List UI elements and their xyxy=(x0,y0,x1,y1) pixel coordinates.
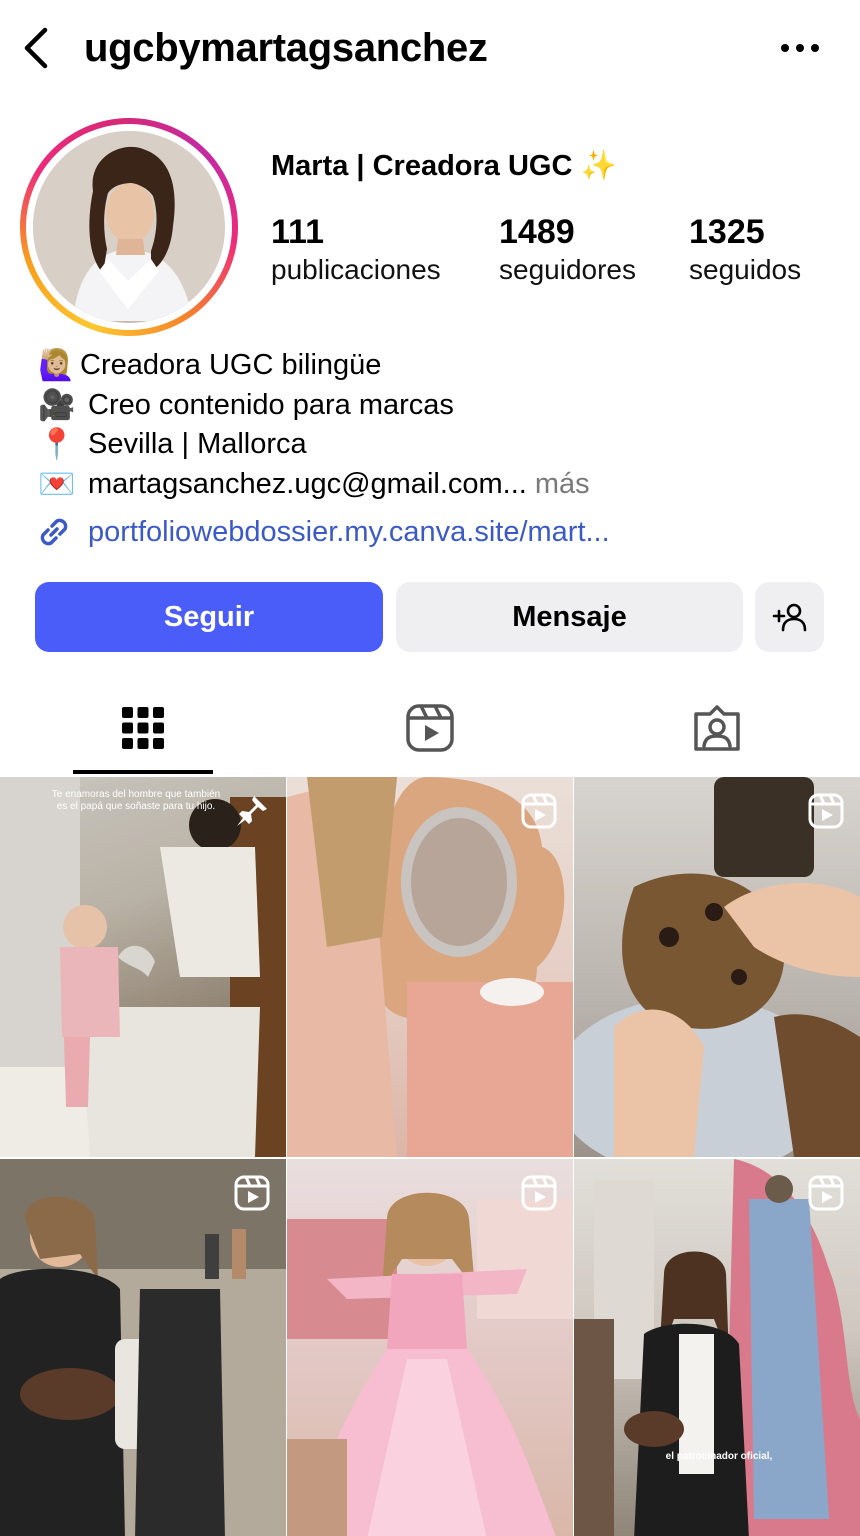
reel-icon xyxy=(808,1175,844,1211)
tab-reels[interactable] xyxy=(287,684,573,772)
post-image xyxy=(574,777,860,1157)
bio-line-text: Creo contenido para marcas xyxy=(88,388,454,421)
follow-button[interactable]: Seguir xyxy=(35,582,383,652)
display-name-text: Marta | Creadora UGC xyxy=(271,150,573,182)
avatar-story-ring[interactable] xyxy=(20,118,238,336)
bio-line-text: martagsanchez.ugc@gmail.com... xyxy=(88,467,527,500)
tagged-icon xyxy=(694,705,740,751)
pin-location-icon: 📍 xyxy=(38,428,76,461)
camera-icon: 🎥 xyxy=(38,388,76,422)
profile-tabs xyxy=(0,684,860,776)
post-thumbnail[interactable] xyxy=(287,777,573,1157)
top-bar: ugcbymartagsanchez xyxy=(0,0,860,100)
bio-more-link[interactable]: más xyxy=(535,465,590,505)
stat-posts-label: publicaciones xyxy=(271,254,441,285)
post-image xyxy=(0,1159,286,1536)
stat-following[interactable]: 1325 seguidos xyxy=(689,212,801,288)
post-image xyxy=(287,1192,573,1536)
post-thumbnail[interactable] xyxy=(287,1159,573,1536)
post-image xyxy=(574,1159,860,1536)
stat-followers-count: 1489 xyxy=(499,213,575,251)
bio-line: 📍 Sevilla | Mallorca xyxy=(38,425,838,465)
bio-line-text: Creadora UGC bilingüe xyxy=(80,349,382,381)
follow-button-label: Seguir xyxy=(163,600,255,633)
reel-icon xyxy=(521,793,557,829)
reel-icon xyxy=(521,1175,557,1211)
pin-icon xyxy=(237,796,267,826)
tab-posts[interactable] xyxy=(0,684,286,772)
post-caption: Te enamoras del hombre que también es el… xyxy=(51,789,221,812)
reels-icon xyxy=(406,704,454,752)
stat-posts[interactable]: 111 publicaciones xyxy=(271,212,441,288)
bio-line: 💌 martagsanchez.ugc@gmail.com... más xyxy=(38,465,838,505)
post-image xyxy=(287,777,573,1157)
stat-followers-label: seguidores xyxy=(499,254,636,285)
display-name: Marta | Creadora UGC ✨ xyxy=(271,148,617,184)
message-button-label: Mensaje xyxy=(512,600,627,633)
love-letter-icon: 💌 xyxy=(38,467,76,501)
profile-username: ugcbymartagsanchez xyxy=(84,26,488,70)
bio-line: 🙋🏼‍♀️ Creadora UGC bilingüe xyxy=(38,346,838,386)
post-thumbnail[interactable]: Te enamoras del hombre que también es el… xyxy=(0,777,286,1157)
chevron-left-icon xyxy=(24,27,48,69)
message-button[interactable]: Mensaje xyxy=(396,582,743,652)
sparkles-icon: ✨ xyxy=(580,150,617,182)
add-person-icon xyxy=(772,603,806,632)
avatar-illustration xyxy=(33,131,223,321)
stat-followers[interactable]: 1489 seguidores xyxy=(499,212,636,288)
post-thumbnail[interactable] xyxy=(574,777,860,1157)
posts-grid: Te enamoras del hombre que también es el… xyxy=(0,777,860,1536)
stat-following-label: seguidos xyxy=(689,254,802,285)
bio-line: 🎥 Creo contenido para marcas xyxy=(38,386,838,426)
profile-link[interactable]: portfoliowebdossier.my.canva.site/mart..… xyxy=(34,512,610,552)
post-caption: el patrocinador oficial, xyxy=(665,1451,773,1462)
bio-line-text: Sevilla | Mallorca xyxy=(88,428,307,460)
avatar xyxy=(33,131,225,323)
reel-icon xyxy=(808,793,844,829)
grid-icon xyxy=(122,707,164,749)
back-button[interactable] xyxy=(14,22,58,74)
ellipsis-icon xyxy=(781,44,819,52)
active-tab-indicator xyxy=(73,770,213,774)
person-raising-hand-icon: 🙋🏼‍♀️ xyxy=(38,349,76,382)
post-thumbnail[interactable]: el patrocinador oficial, xyxy=(574,1159,860,1536)
profile-link-text: portfoliowebdossier.my.canva.site/mart..… xyxy=(88,515,610,548)
suggested-accounts-button[interactable] xyxy=(755,582,824,652)
stat-posts-count: 111 xyxy=(271,213,324,251)
link-icon xyxy=(40,518,68,546)
reel-icon xyxy=(234,1175,270,1211)
stat-following-count: 1325 xyxy=(689,213,765,251)
post-image xyxy=(0,777,286,1157)
bio: 🙋🏼‍♀️ Creadora UGC bilingüe 🎥 Creo conte… xyxy=(38,346,838,504)
tab-tagged[interactable] xyxy=(574,684,860,772)
more-options-button[interactable] xyxy=(772,28,828,68)
post-thumbnail[interactable] xyxy=(0,1159,286,1536)
